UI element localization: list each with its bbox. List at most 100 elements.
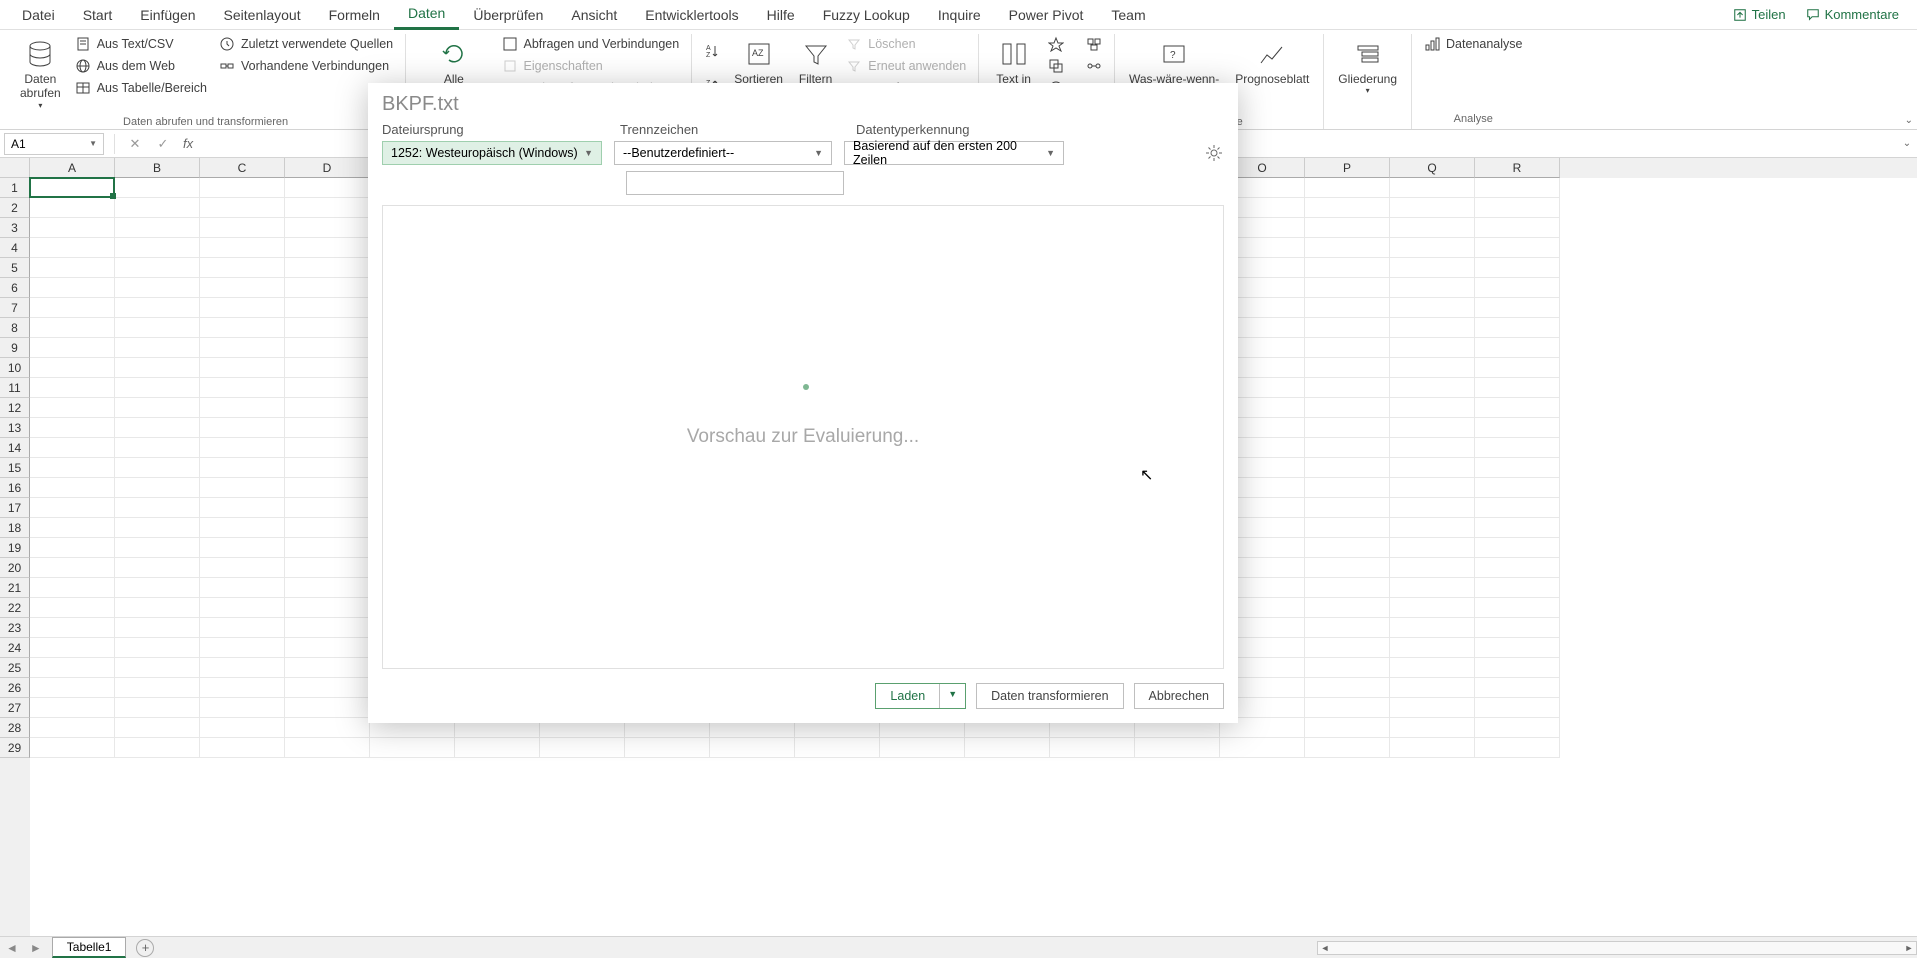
tab-fuzzylookup[interactable]: Fuzzy Lookup bbox=[809, 1, 924, 29]
cell[interactable] bbox=[200, 618, 285, 638]
cell[interactable] bbox=[625, 738, 710, 758]
cell[interactable] bbox=[710, 738, 795, 758]
cell[interactable] bbox=[285, 418, 370, 438]
cell[interactable] bbox=[1390, 538, 1475, 558]
cell[interactable] bbox=[1475, 258, 1560, 278]
cell[interactable] bbox=[1475, 578, 1560, 598]
cell[interactable] bbox=[285, 198, 370, 218]
chevron-down-icon[interactable]: ▼ bbox=[940, 684, 965, 708]
from-textcsv-button[interactable]: Aus Text/CSV bbox=[71, 34, 211, 54]
cell[interactable] bbox=[30, 198, 115, 218]
row-header[interactable]: 19 bbox=[0, 538, 30, 558]
cell[interactable] bbox=[1390, 438, 1475, 458]
cell[interactable] bbox=[115, 198, 200, 218]
cell[interactable] bbox=[1305, 598, 1390, 618]
cell[interactable] bbox=[200, 698, 285, 718]
cell[interactable] bbox=[200, 598, 285, 618]
ribbon-expand-icon[interactable]: ⌄ bbox=[1905, 115, 1913, 126]
row-header[interactable]: 12 bbox=[0, 398, 30, 418]
cell[interactable] bbox=[200, 198, 285, 218]
column-header[interactable]: A bbox=[30, 158, 115, 178]
row-header[interactable]: 11 bbox=[0, 378, 30, 398]
cell[interactable] bbox=[1475, 398, 1560, 418]
cell[interactable] bbox=[1305, 458, 1390, 478]
tab-ueberpruefen[interactable]: Überprüfen bbox=[459, 1, 557, 29]
data-analysis-button[interactable]: Datenanalyse bbox=[1420, 34, 1526, 54]
cell[interactable] bbox=[1305, 298, 1390, 318]
cell[interactable] bbox=[1475, 518, 1560, 538]
cell[interactable] bbox=[1390, 738, 1475, 758]
cell[interactable] bbox=[115, 298, 200, 318]
cell[interactable] bbox=[285, 658, 370, 678]
cell[interactable] bbox=[1305, 738, 1390, 758]
comments-button[interactable]: Kommentare bbox=[1796, 3, 1909, 26]
cell[interactable] bbox=[285, 478, 370, 498]
cell[interactable] bbox=[200, 578, 285, 598]
cell[interactable] bbox=[285, 518, 370, 538]
cell[interactable] bbox=[30, 578, 115, 598]
filter-button[interactable]: Filtern bbox=[793, 34, 838, 90]
cell[interactable] bbox=[30, 438, 115, 458]
cell[interactable] bbox=[285, 558, 370, 578]
column-header[interactable]: R bbox=[1475, 158, 1560, 178]
cell[interactable] bbox=[200, 418, 285, 438]
cell[interactable] bbox=[285, 698, 370, 718]
cell[interactable] bbox=[1390, 658, 1475, 678]
cell[interactable] bbox=[30, 358, 115, 378]
cancel-button[interactable]: Abbrechen bbox=[1134, 683, 1224, 709]
row-header[interactable]: 9 bbox=[0, 338, 30, 358]
cell[interactable] bbox=[30, 618, 115, 638]
row-header[interactable]: 4 bbox=[0, 238, 30, 258]
tab-entwicklertools[interactable]: Entwicklertools bbox=[631, 1, 752, 29]
row-headers[interactable]: 1234567891011121314151617181920212223242… bbox=[0, 178, 30, 936]
cell[interactable] bbox=[285, 538, 370, 558]
row-header[interactable]: 1 bbox=[0, 178, 30, 198]
cell[interactable] bbox=[1390, 358, 1475, 378]
cell[interactable] bbox=[1475, 678, 1560, 698]
cell[interactable] bbox=[455, 738, 540, 758]
cell[interactable] bbox=[285, 598, 370, 618]
row-header[interactable]: 20 bbox=[0, 558, 30, 578]
row-header[interactable]: 2 bbox=[0, 198, 30, 218]
cell[interactable] bbox=[1475, 218, 1560, 238]
horizontal-scrollbar[interactable]: ◄ ► bbox=[1317, 941, 1917, 955]
cell[interactable] bbox=[200, 558, 285, 578]
cell[interactable] bbox=[30, 638, 115, 658]
cell[interactable] bbox=[1305, 518, 1390, 538]
cell[interactable] bbox=[30, 518, 115, 538]
add-sheet-button[interactable]: + bbox=[136, 939, 154, 957]
cell[interactable] bbox=[200, 678, 285, 698]
column-header[interactable]: P bbox=[1305, 158, 1390, 178]
cell[interactable] bbox=[200, 238, 285, 258]
cell[interactable] bbox=[1390, 218, 1475, 238]
cell[interactable] bbox=[1390, 198, 1475, 218]
cell[interactable] bbox=[1390, 578, 1475, 598]
tab-daten[interactable]: Daten bbox=[394, 0, 459, 30]
cell[interactable] bbox=[1475, 598, 1560, 618]
consolidate-button[interactable] bbox=[1082, 34, 1106, 54]
cell[interactable] bbox=[30, 698, 115, 718]
cell[interactable] bbox=[30, 598, 115, 618]
cell[interactable] bbox=[1475, 278, 1560, 298]
cell[interactable] bbox=[30, 338, 115, 358]
cell[interactable] bbox=[1475, 538, 1560, 558]
cell[interactable] bbox=[30, 258, 115, 278]
row-header[interactable]: 5 bbox=[0, 258, 30, 278]
cell[interactable] bbox=[1390, 258, 1475, 278]
row-header[interactable]: 8 bbox=[0, 318, 30, 338]
cell[interactable] bbox=[115, 618, 200, 638]
cell[interactable] bbox=[115, 518, 200, 538]
row-header[interactable]: 13 bbox=[0, 418, 30, 438]
cell[interactable] bbox=[30, 178, 115, 198]
cell[interactable] bbox=[115, 358, 200, 378]
cell[interactable] bbox=[540, 738, 625, 758]
relationships-button[interactable] bbox=[1082, 56, 1106, 76]
fx-icon[interactable]: fx bbox=[183, 136, 193, 151]
cell[interactable] bbox=[1305, 258, 1390, 278]
cell[interactable] bbox=[30, 478, 115, 498]
row-header[interactable]: 21 bbox=[0, 578, 30, 598]
cell[interactable] bbox=[115, 598, 200, 618]
cell[interactable] bbox=[30, 738, 115, 758]
tab-ansicht[interactable]: Ansicht bbox=[557, 1, 631, 29]
cell[interactable] bbox=[200, 538, 285, 558]
